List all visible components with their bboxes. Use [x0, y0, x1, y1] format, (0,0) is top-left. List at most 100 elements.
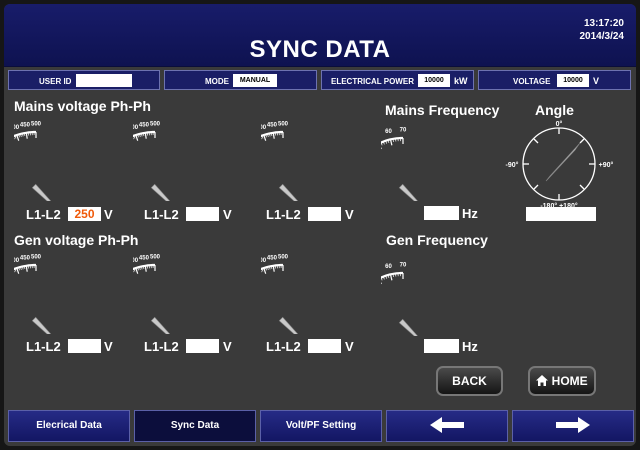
dial-tick-label: 450	[139, 255, 150, 261]
gen-voltage-gauge-2: 050100150200250300350400450500	[82, 249, 243, 351]
gen-gauge-3-unit: V	[345, 339, 354, 354]
mains-frequency-unit: Hz	[462, 206, 478, 221]
dial-tick-label: 60	[385, 129, 392, 135]
mode-label: MODE	[205, 77, 229, 86]
needle-icon	[278, 316, 313, 351]
gen-frequency-title: Gen Frequency	[386, 232, 488, 248]
dial-tick-label: 450	[20, 255, 31, 261]
mains-gauge-3-value	[308, 207, 341, 221]
angle-gauge: 0° -90° +90° -180° +180°	[504, 118, 624, 210]
frequency-dial-icon: 010203040506070	[336, 128, 430, 215]
nav-next-button[interactable]	[512, 410, 634, 442]
angle-left-label: -90°	[506, 161, 519, 169]
clock: 13:17:20 2014/3/24	[580, 17, 625, 43]
dial-tick-label: 400	[14, 125, 20, 131]
needle-icon	[278, 183, 313, 218]
minor-tick	[143, 266, 145, 270]
voltage-dial-icon: 050100150200250300350400450500	[4, 122, 66, 218]
nav-electrical-data[interactable]: Elecrical Data	[8, 410, 130, 442]
voltage-unit: V	[593, 76, 600, 86]
dial-tick-label: 500	[150, 255, 161, 261]
home-icon	[536, 375, 549, 386]
home-label: HOME	[551, 374, 588, 388]
needle-icon	[31, 183, 66, 218]
gen-gauge-3-value	[308, 339, 341, 353]
gen-gauge-1-unit: V	[104, 339, 113, 354]
gen-voltage-title: Gen voltage Ph-Ph	[14, 232, 139, 248]
dial-tick-label: 450	[139, 122, 150, 128]
gen-voltage-gauge-3: 050100150200250300350400450500	[210, 249, 371, 351]
mode-panel: MODE MANUAL	[164, 70, 317, 90]
minor-tick	[24, 266, 26, 270]
voltage-label: VOLTAGE	[513, 77, 551, 86]
hmi-panel: SYNC DATA 13:17:20 2014/3/24 USER ID MOD…	[4, 4, 636, 446]
nav-volt-pf-setting[interactable]: Volt/PF Setting	[260, 410, 382, 442]
mains-frequency-gauge: 010203040506070	[336, 116, 476, 215]
mains-voltage-gauge-1: 050100150200250300350400450500	[4, 116, 124, 218]
dial-tick-label: 500	[150, 122, 161, 128]
needle-icon	[150, 316, 185, 351]
voltage-dial-icon: 050100150200250300350400450500	[82, 122, 185, 218]
needle-icon	[398, 183, 430, 215]
user-id-field[interactable]	[76, 74, 132, 87]
gen-frequency-gauge: 010203040506070	[336, 251, 476, 350]
needle-icon	[31, 316, 66, 351]
mains-gauge-1-unit: V	[104, 207, 113, 222]
mode-value: MANUAL	[233, 74, 277, 87]
user-id-panel: USER ID	[8, 70, 160, 90]
gen-frequency-unit: Hz	[462, 339, 478, 354]
gen-gauge-1-label: L1-L2	[26, 339, 61, 354]
angle-top-label: 0°	[556, 120, 563, 128]
voltage-dial-icon: 050100150200250300350400450500	[210, 122, 313, 218]
header-bar: SYNC DATA 13:17:20 2014/3/24	[4, 4, 636, 67]
gen-gauge-3-label: L1-L2	[266, 339, 301, 354]
gen-gauge-2-unit: V	[223, 339, 232, 354]
minor-tick	[24, 133, 26, 137]
dial-tick-label: 400	[14, 258, 20, 264]
electrical-power-label: ELECTRICAL POWER	[331, 77, 414, 86]
angle-value	[526, 207, 596, 221]
mains-voltage-gauge-3: 050100150200250300350400450500	[210, 116, 371, 218]
arrow-right-icon	[556, 417, 590, 434]
electrical-power-unit: kW	[454, 76, 468, 86]
frequency-dial-icon: 010203040506070	[336, 263, 430, 350]
angle-right-label: +90°	[599, 161, 614, 169]
minor-tick	[271, 266, 273, 270]
minor-tick	[271, 133, 273, 137]
nav-previous-button[interactable]	[386, 410, 508, 442]
hmi-screen: SYNC DATA 13:17:20 2014/3/24 USER ID MOD…	[0, 0, 640, 450]
gen-gauge-2-value	[186, 339, 219, 353]
minor-tick	[392, 273, 394, 277]
dial-tick-label: 450	[20, 122, 31, 128]
dial-tick-label: 500	[31, 122, 42, 128]
mains-frequency-value	[424, 206, 459, 220]
dial-tick-label: 500	[31, 255, 42, 261]
back-button[interactable]: BACK	[436, 366, 503, 396]
angle-dial-icon: 0° -90° +90° -180° +180°	[506, 120, 614, 210]
home-button[interactable]: HOME	[528, 366, 596, 396]
needle-icon	[150, 183, 185, 218]
bottom-navigation: Elecrical Data Sync Data Volt/PF Setting	[4, 408, 636, 446]
clock-time: 13:17:20	[583, 18, 624, 29]
dial-tick-label: 400	[133, 125, 139, 131]
arrow-left-icon	[430, 417, 464, 434]
dial-tick-label: 400	[261, 125, 267, 131]
dial-tick-label: 450	[267, 122, 278, 128]
mains-voltage-title: Mains voltage Ph-Ph	[14, 98, 151, 114]
clock-date: 2014/3/24	[579, 31, 625, 42]
gen-gauge-2-label: L1-L2	[144, 339, 179, 354]
gen-voltage-gauge-1: 050100150200250300350400450500	[4, 249, 124, 351]
electrical-power-value: 10000	[418, 74, 450, 87]
electrical-power-panel: ELECTRICAL POWER 10000 kW	[321, 70, 474, 90]
gen-frequency-value	[424, 339, 459, 353]
dial-tick-label: 400	[133, 258, 139, 264]
mains-gauge-2-label: L1-L2	[144, 207, 179, 222]
page-title: SYNC DATA	[249, 36, 391, 63]
dial-tick-label: 60	[385, 264, 392, 270]
voltage-dial-icon: 050100150200250300350400450500	[210, 255, 313, 351]
nav-sync-data[interactable]: Sync Data	[134, 410, 256, 442]
voltage-panel: VOLTAGE 10000 V	[478, 70, 631, 90]
mains-gauge-2-value	[186, 207, 219, 221]
dial-tick-label: 500	[278, 122, 289, 128]
user-id-label: USER ID	[39, 77, 72, 86]
